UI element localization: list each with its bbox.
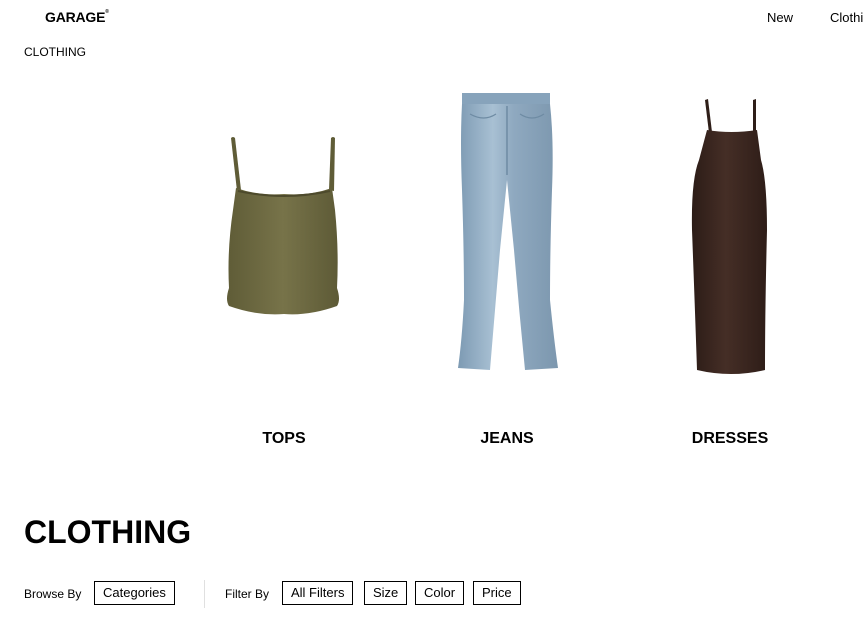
category-card-jeans[interactable]: JEANS — [392, 70, 622, 460]
nav-clothing[interactable]: Clothi — [830, 10, 863, 25]
logo-text: GARAGE — [45, 9, 106, 25]
filter-divider — [204, 580, 205, 608]
price-filter-button[interactable]: Price — [473, 581, 521, 605]
filter-bar: Browse By Categories Filter By All Filte… — [24, 580, 824, 608]
garage-logo[interactable]: GARAGE® — [45, 9, 109, 25]
category-card-dresses[interactable]: DRESSES — [615, 70, 845, 460]
category-card-tops[interactable]: TOPS — [169, 70, 399, 460]
jeans-image — [458, 93, 558, 370]
tank-top-image — [227, 137, 339, 315]
browse-by-label: Browse By — [24, 587, 82, 601]
filter-by-label: Filter By — [225, 587, 270, 601]
all-filters-button[interactable]: All Filters — [282, 581, 354, 605]
registered-mark: ® — [105, 9, 109, 15]
size-filter-button[interactable]: Size — [364, 581, 408, 605]
category-label-dresses[interactable]: DRESSES — [615, 430, 845, 448]
category-label-jeans[interactable]: JEANS — [392, 430, 622, 448]
page-title: CLOTHING — [24, 514, 192, 550]
nav-new[interactable]: New — [767, 10, 793, 25]
dress-image — [691, 99, 767, 374]
breadcrumb[interactable]: CLOTHING — [24, 45, 86, 59]
category-label-tops[interactable]: TOPS — [169, 430, 399, 448]
color-filter-button[interactable]: Color — [415, 581, 465, 605]
categories-button[interactable]: Categories — [94, 581, 175, 605]
